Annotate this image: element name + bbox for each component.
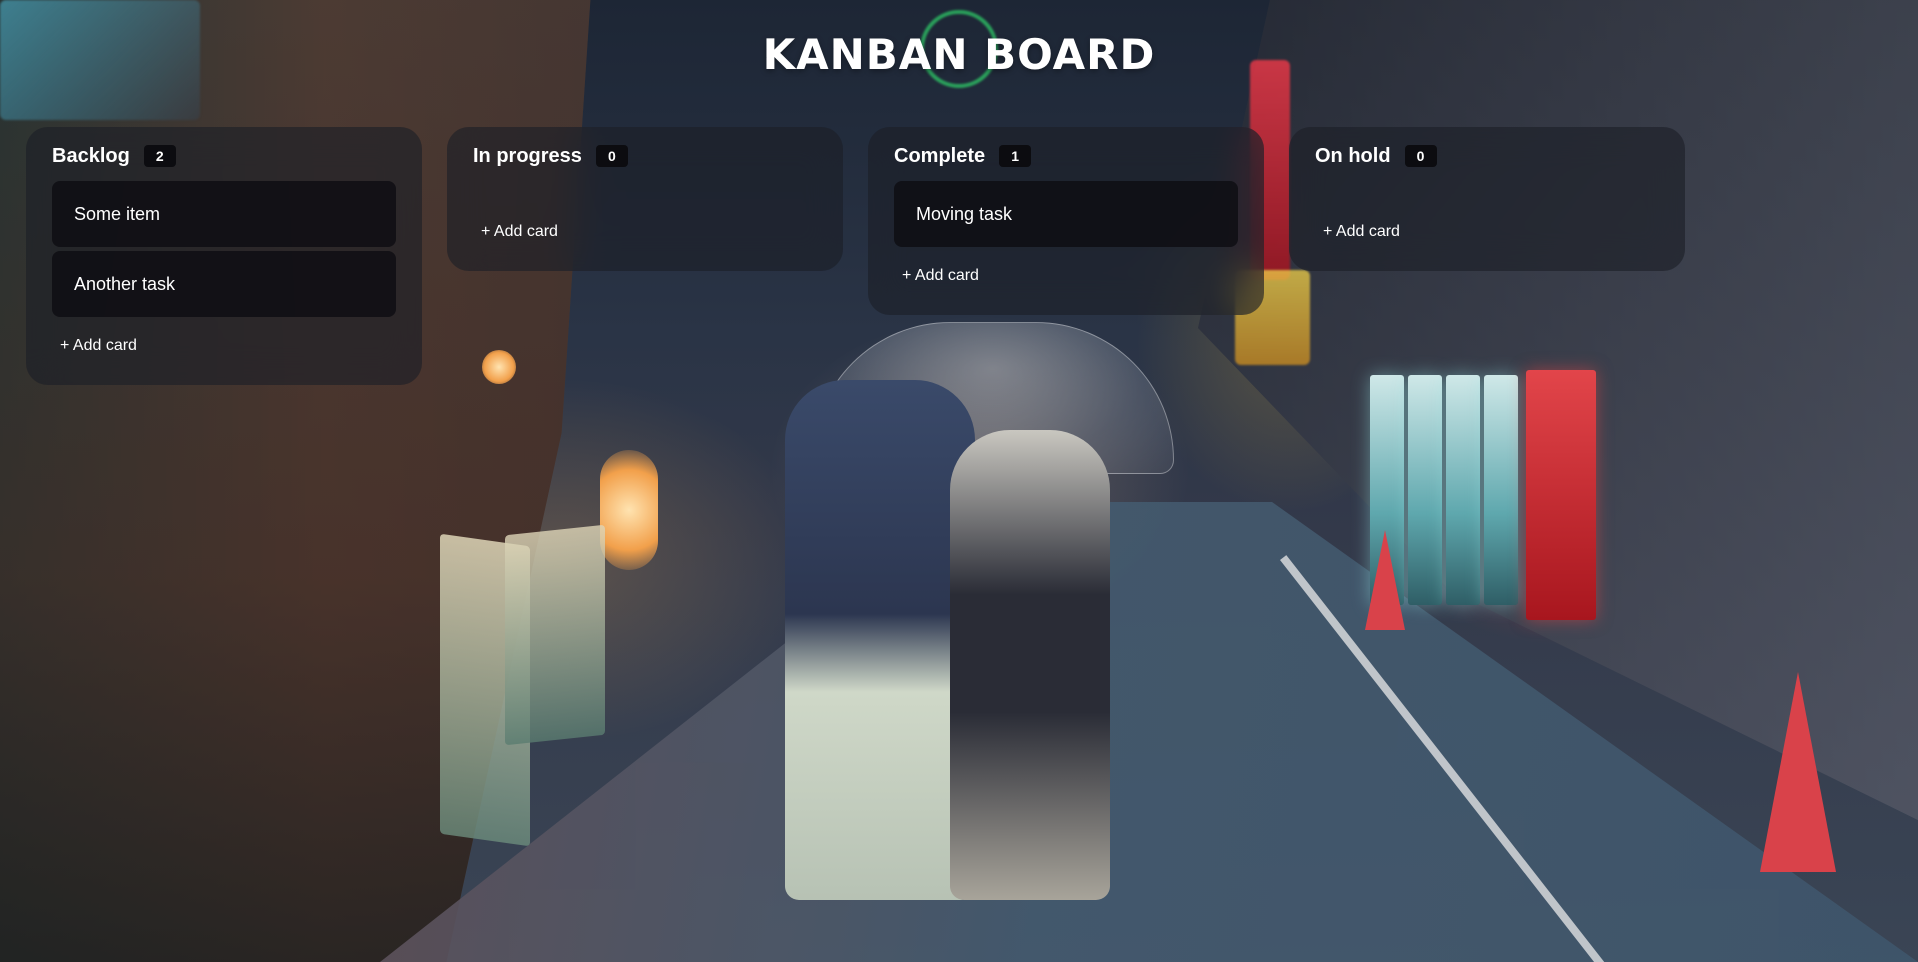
column-title: Backlog: [52, 144, 130, 167]
column-on-hold: On hold 0 + Add card: [1289, 127, 1685, 271]
add-card-button[interactable]: + Add card: [473, 219, 566, 245]
add-card-button[interactable]: + Add card: [894, 263, 987, 289]
column-title: On hold: [1315, 144, 1391, 167]
card[interactable]: Moving task: [894, 181, 1238, 247]
person-left: [785, 380, 975, 900]
column-header: Complete 1: [894, 143, 1238, 169]
page-title: KANBAN BOARD: [762, 30, 1156, 79]
column-in-progress: In progress 0 + Add card: [447, 127, 843, 271]
vending-machine: [1408, 375, 1442, 605]
column-header: On hold 0: [1315, 143, 1659, 169]
column-header: Backlog 2: [52, 143, 396, 169]
traffic-cone: [1760, 672, 1836, 872]
add-card-button[interactable]: + Add card: [52, 333, 145, 359]
card-count-badge: 1: [999, 145, 1032, 167]
vending-machine: [1484, 375, 1518, 605]
paper-lantern: [600, 450, 658, 570]
column-title: In progress: [473, 144, 582, 167]
card[interactable]: Some item: [52, 181, 396, 247]
vending-machine: [1446, 375, 1480, 605]
menu-board-2: [505, 524, 605, 746]
card[interactable]: Another task: [52, 251, 396, 317]
kanban-board: Backlog 2 Some item Another task + Add c…: [26, 127, 1685, 385]
person-right: [950, 430, 1110, 900]
card-list: Some item Another task: [52, 181, 396, 317]
card-count-badge: 0: [595, 145, 628, 167]
card-list: Moving task: [894, 181, 1238, 247]
column-complete: Complete 1 Moving task + Add card: [868, 127, 1264, 315]
add-card-button[interactable]: + Add card: [1315, 219, 1408, 245]
column-title: Complete: [894, 144, 986, 167]
vending-machine-red: [1526, 370, 1596, 620]
column-backlog: Backlog 2 Some item Another task + Add c…: [26, 127, 422, 385]
traffic-cone-small: [1365, 530, 1405, 630]
column-header: In progress 0: [473, 143, 817, 169]
card-count-badge: 2: [143, 145, 176, 167]
card-count-badge: 0: [1404, 145, 1437, 167]
